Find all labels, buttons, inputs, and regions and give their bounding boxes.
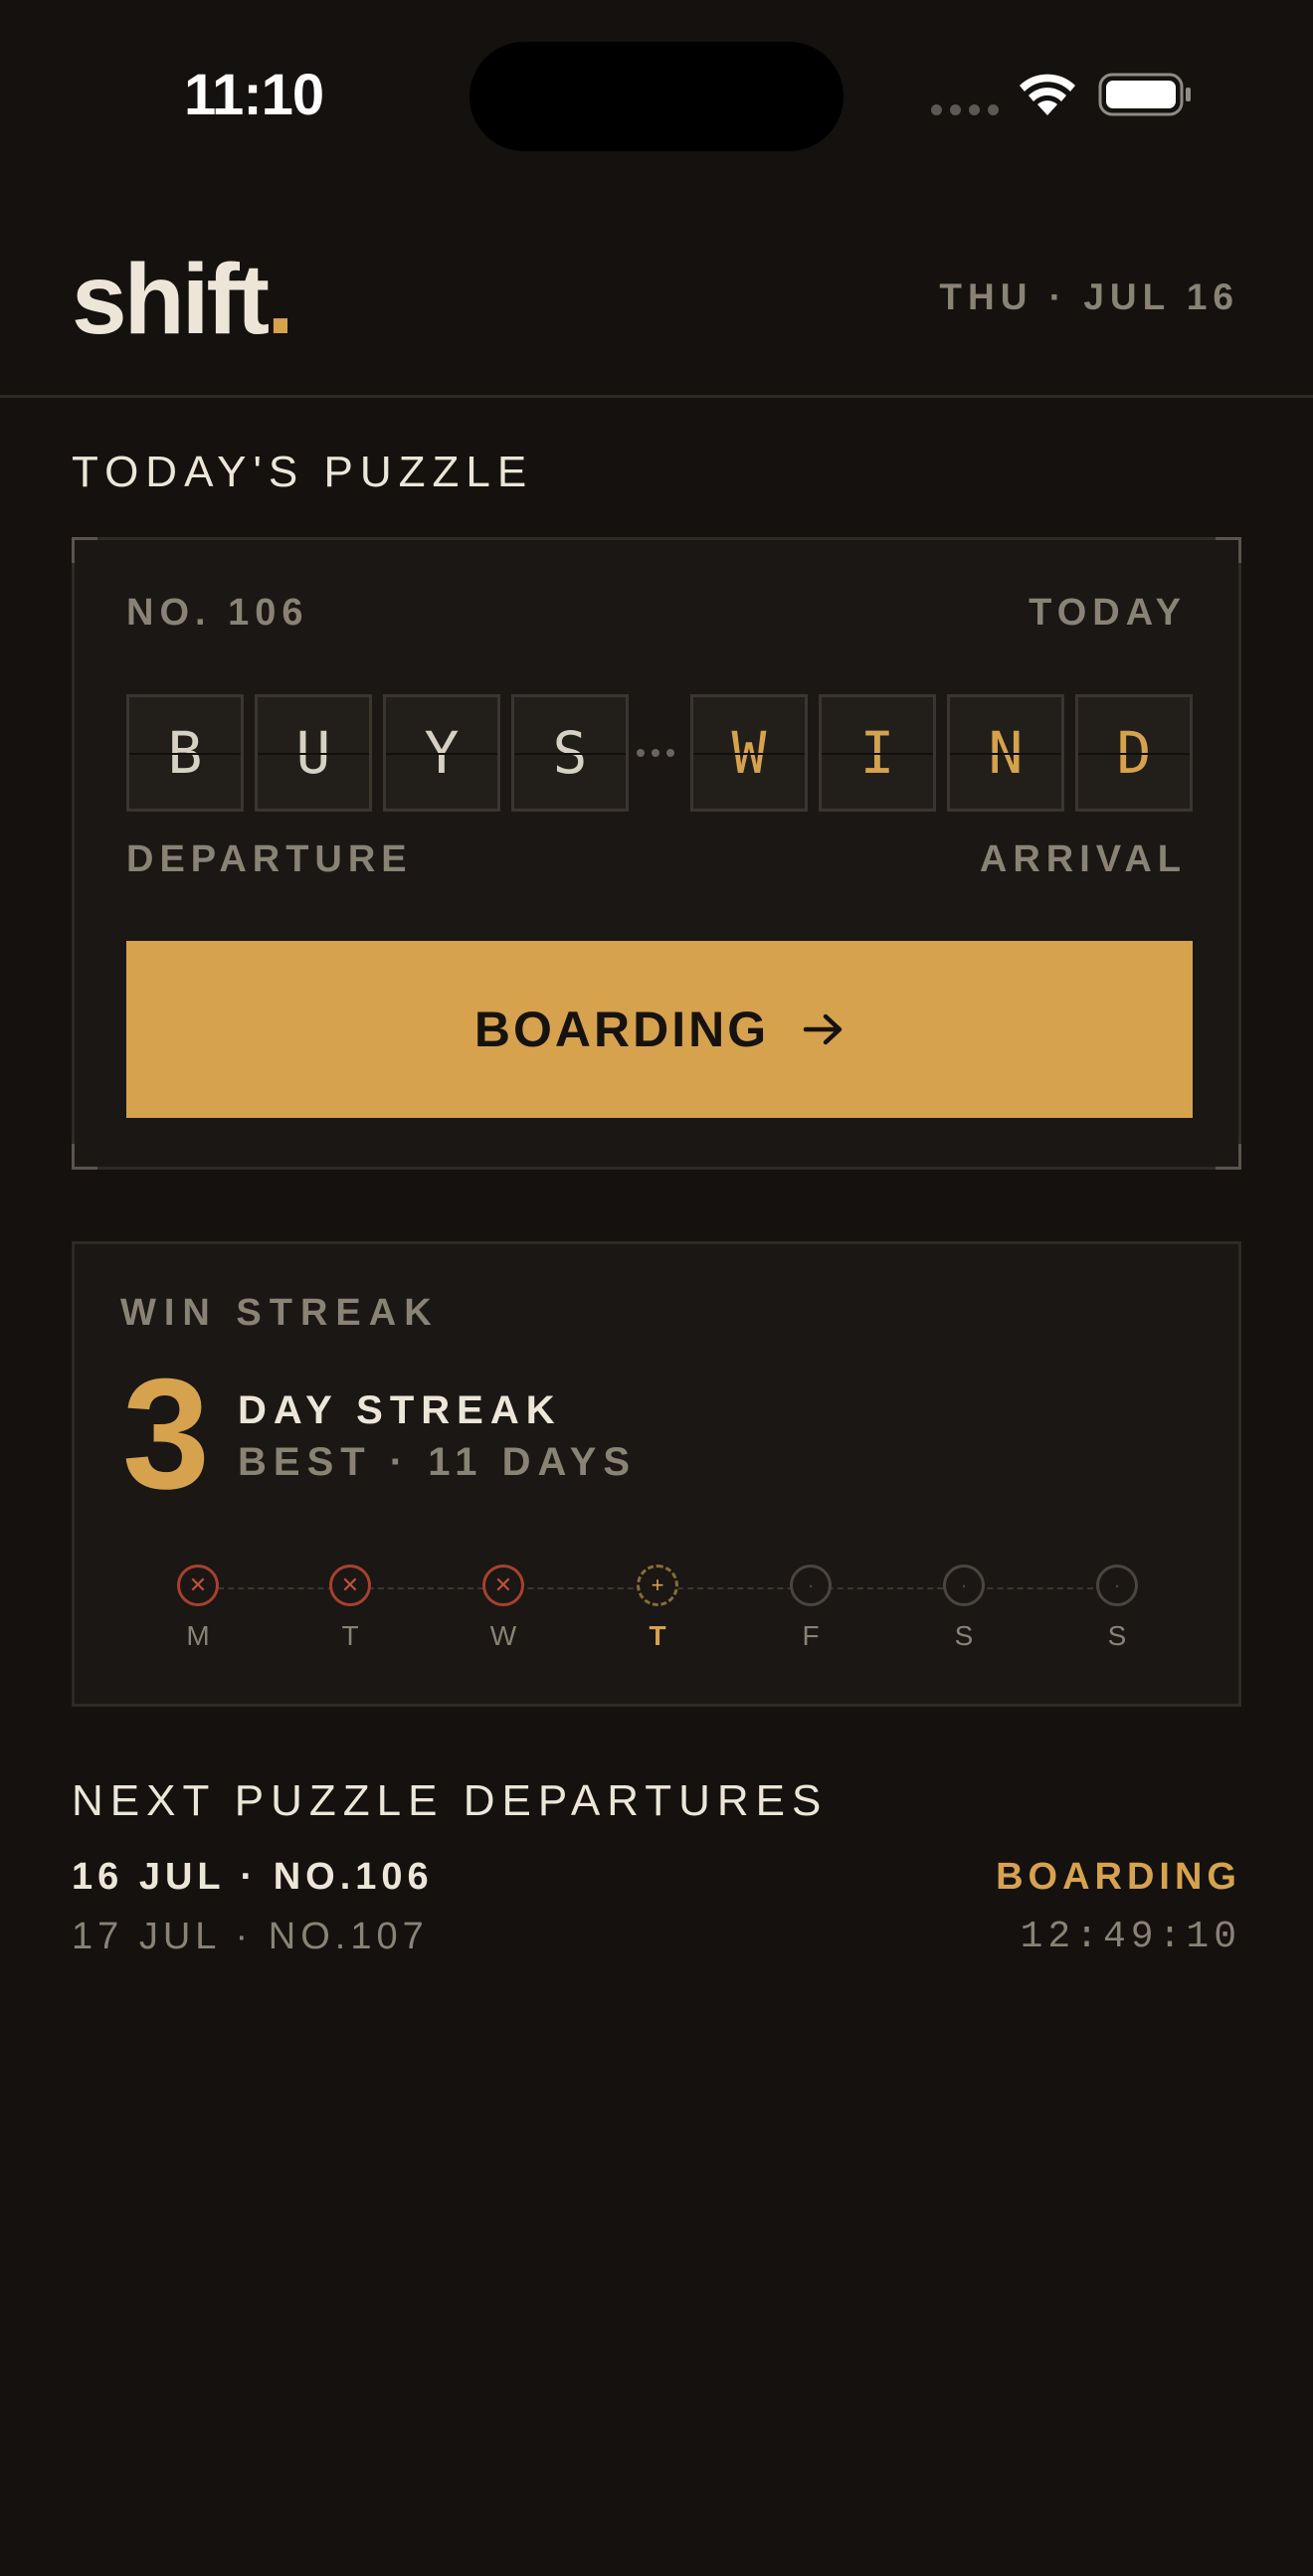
boarding-button[interactable]: BOARDING xyxy=(126,941,1193,1118)
day-letter: S xyxy=(954,1620,974,1651)
day-thursday: + T xyxy=(618,1564,697,1652)
streak-title: WIN STREAK xyxy=(120,1292,440,1334)
card-corner xyxy=(1216,537,1241,563)
departure-countdown: 12:49:10 xyxy=(1020,1916,1241,1958)
card-corner xyxy=(72,537,97,563)
day-letter: T xyxy=(341,1620,359,1651)
missed-day-icon: ✕ xyxy=(482,1564,524,1606)
day-sunday: · S xyxy=(1077,1564,1157,1652)
day-letter: W xyxy=(489,1620,517,1651)
cellular-signal-icon xyxy=(931,104,999,115)
day-wednesday: ✕ W xyxy=(464,1564,543,1652)
header-date: THU · JUL 16 xyxy=(939,276,1239,317)
departure-row[interactable]: 16 JUL · NO.106 BOARDING xyxy=(72,1856,1241,1906)
arrival-label: ARRIVAL xyxy=(979,838,1187,880)
arrival-tile: W xyxy=(690,694,808,812)
wifi-icon xyxy=(1020,74,1075,115)
arrival-tile: D xyxy=(1075,694,1193,812)
puzzle-day-label: TODAY xyxy=(1029,592,1187,634)
future-day-icon: · xyxy=(1096,1564,1138,1606)
missed-day-icon: ✕ xyxy=(177,1564,219,1606)
day-friday: · F xyxy=(771,1564,850,1652)
app-logo: shift. xyxy=(72,244,294,355)
best-streak: BEST · 11 DAYS xyxy=(238,1440,638,1484)
streak-label: DAY STREAK xyxy=(238,1388,562,1432)
arrow-right-icon xyxy=(803,1013,843,1045)
card-corner xyxy=(1216,1144,1241,1170)
day-letter: F xyxy=(802,1620,820,1651)
departure-tile: U xyxy=(255,694,372,812)
boarding-button-label: BOARDING xyxy=(473,1002,770,1057)
day-letter: S xyxy=(1107,1620,1127,1651)
future-day-icon: · xyxy=(943,1564,985,1606)
status-bar: 11:10 xyxy=(0,0,1313,189)
battery-icon xyxy=(1098,73,1191,116)
departure-tile: B xyxy=(126,694,244,812)
tile-separator-dots xyxy=(637,749,674,757)
day-letter: T xyxy=(649,1620,666,1651)
day-monday: ✕ M xyxy=(158,1564,238,1652)
win-streak-card: WIN STREAK 3 DAY STREAK BEST · 11 DAYS ✕… xyxy=(72,1241,1241,1707)
todays-puzzle-title: TODAY'S PUZZLE xyxy=(72,448,534,496)
today-marker-icon: + xyxy=(637,1564,678,1606)
next-departures-title: NEXT PUZZLE DEPARTURES xyxy=(72,1776,829,1825)
card-corner xyxy=(72,1144,97,1170)
status-time: 11:10 xyxy=(184,63,324,127)
departure-date: 16 JUL · NO.106 xyxy=(72,1856,434,1898)
day-tuesday: ✕ T xyxy=(310,1564,390,1652)
puzzle-card: NO. 106 TODAY B U Y S W I N D DEPARTURE … xyxy=(72,537,1241,1170)
word-tiles: B U Y S W I N D xyxy=(126,694,1193,812)
dynamic-island xyxy=(469,42,844,151)
future-day-icon: · xyxy=(790,1564,832,1606)
departure-status: BOARDING xyxy=(996,1856,1241,1898)
missed-day-icon: ✕ xyxy=(329,1564,371,1606)
day-letter: M xyxy=(186,1620,210,1651)
arrival-tile: N xyxy=(947,694,1064,812)
streak-count: 3 xyxy=(122,1347,210,1522)
departure-tile: Y xyxy=(383,694,500,812)
departure-label: DEPARTURE xyxy=(126,838,413,880)
arrival-tile: I xyxy=(819,694,936,812)
day-saturday: · S xyxy=(924,1564,1004,1652)
departure-date: 17 JUL · NO.107 xyxy=(72,1916,429,1957)
departure-row: 17 JUL · NO.107 12:49:10 xyxy=(72,1916,1241,1965)
app-header: shift. THU · JUL 16 xyxy=(0,189,1313,398)
puzzle-number: NO. 106 xyxy=(126,592,309,634)
departure-tile: S xyxy=(511,694,629,812)
